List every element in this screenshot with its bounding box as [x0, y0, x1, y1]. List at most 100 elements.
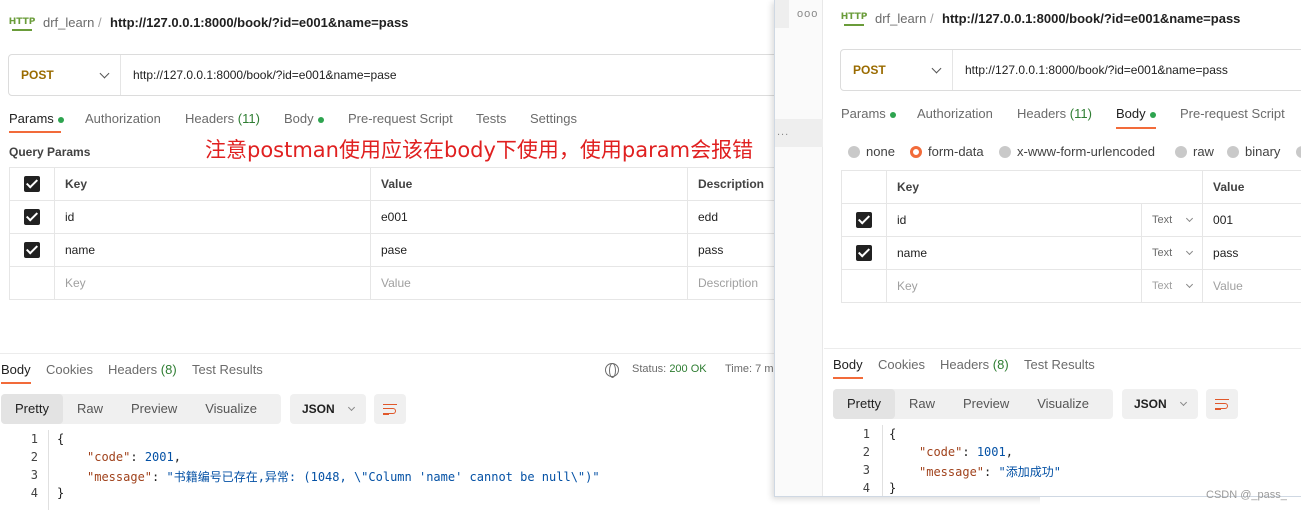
sidebar-block: [775, 0, 789, 28]
code-line-code: "code": 2001,: [87, 450, 181, 464]
row-checkbox[interactable]: [24, 242, 40, 258]
response-tab-headers[interactable]: Headers (8): [940, 357, 1009, 372]
param-value-input[interactable]: Value: [370, 266, 688, 300]
body-type-none[interactable]: none: [848, 143, 895, 159]
row-checkbox[interactable]: [24, 209, 40, 225]
response-tab-test-results[interactable]: Test Results: [1024, 357, 1095, 372]
tab-tests[interactable]: Tests: [476, 111, 506, 126]
breadcrumb-collection[interactable]: drf_learn: [43, 15, 94, 30]
breadcrumb-collection[interactable]: drf_learn: [875, 11, 926, 26]
tab-body[interactable]: Body: [1116, 106, 1156, 121]
method-label: POST: [21, 68, 54, 82]
param-description-cell[interactable]: edd: [687, 200, 775, 234]
tab-body[interactable]: Body: [284, 111, 324, 126]
response-tab-body[interactable]: Body: [833, 357, 863, 372]
wrap-lines-icon: [383, 404, 397, 415]
tab-pre-request-script[interactable]: Pre-request Script: [1180, 106, 1285, 121]
param-value-cell[interactable]: pase: [370, 233, 688, 267]
method-select[interactable]: POST: [9, 55, 121, 95]
breadcrumb-request-name[interactable]: http://127.0.0.1:8000/book/?id=e001&name…: [110, 15, 408, 30]
tab-authorization[interactable]: Authorization: [85, 111, 161, 126]
response-tab-test-results[interactable]: Test Results: [192, 362, 263, 377]
tab-authorization[interactable]: Authorization: [917, 106, 993, 121]
url-input[interactable]: http://127.0.0.1:8000/book/?id=e001&name…: [121, 68, 397, 82]
radio-icon: [1175, 145, 1187, 158]
tab-active-underline: [1, 382, 31, 384]
select-all-checkbox[interactable]: [24, 176, 40, 192]
response-code-area[interactable]: [882, 425, 1301, 496]
radio-selected-icon: [910, 145, 922, 158]
param-description-input[interactable]: Description: [687, 266, 775, 300]
chevron-down-icon: [99, 68, 110, 79]
view-mode-visualize[interactable]: Visualize: [1023, 389, 1103, 419]
body-type-more[interactable]: [1296, 143, 1301, 158]
row-checkbox[interactable]: [856, 212, 872, 228]
globe-icon[interactable]: [605, 363, 619, 378]
sidebar-strip: [775, 0, 823, 496]
param-key-cell[interactable]: name: [54, 233, 371, 267]
tab-params[interactable]: Params: [841, 106, 896, 121]
field-type-select[interactable]: Text: [1140, 203, 1204, 237]
method-select[interactable]: POST: [841, 50, 953, 90]
view-mode-visualize[interactable]: Visualize: [191, 394, 271, 424]
time-text: Time: 7 m: [725, 363, 774, 375]
table-header-row: Key Value Description: [9, 167, 775, 201]
view-mode-preview[interactable]: Preview: [117, 394, 191, 424]
table-row: id e001 edd: [9, 200, 775, 234]
tab-headers[interactable]: Headers (11): [1017, 106, 1092, 121]
column-header-description: Description: [687, 167, 775, 201]
view-mode-preview[interactable]: Preview: [949, 389, 1023, 419]
param-value-cell[interactable]: e001: [370, 200, 688, 234]
view-mode-raw[interactable]: Raw: [63, 394, 117, 424]
view-mode-raw[interactable]: Raw: [895, 389, 949, 419]
response-tab-headers[interactable]: Headers (8): [108, 362, 177, 377]
form-key-cell[interactable]: name: [886, 236, 1142, 270]
line-number: 3: [862, 463, 870, 477]
method-label: POST: [853, 63, 886, 77]
body-type-form-data[interactable]: form-data: [910, 143, 984, 159]
form-value-cell[interactable]: pass: [1202, 236, 1301, 270]
tab-headers[interactable]: Headers (11): [185, 111, 260, 126]
format-select[interactable]: JSON: [290, 394, 366, 424]
form-key-input[interactable]: Key: [886, 269, 1142, 303]
tab-params[interactable]: Params: [9, 111, 64, 126]
response-tab-cookies[interactable]: Cookies: [878, 357, 925, 372]
code-line-code: "code": 1001,: [919, 445, 1013, 459]
tab-settings[interactable]: Settings: [530, 111, 577, 126]
active-dot-icon: [1149, 111, 1156, 118]
response-tab-body[interactable]: Body: [1, 362, 31, 377]
view-mode-pretty[interactable]: Pretty: [1, 394, 63, 424]
wrap-lines-icon: [1215, 399, 1229, 410]
radio-icon: [1296, 145, 1301, 158]
view-mode-segmented: Pretty Raw Preview Visualize: [833, 389, 1113, 419]
code-line-message: "message": "书籍编号已存在,异常: (1048, \"Column …: [87, 470, 600, 484]
response-divider: [0, 353, 775, 354]
param-key-input[interactable]: Key: [54, 266, 371, 300]
form-value-input[interactable]: Value: [1202, 269, 1301, 303]
format-select[interactable]: JSON: [1122, 389, 1198, 419]
wrap-lines-button[interactable]: [374, 394, 406, 424]
response-tab-cookies[interactable]: Cookies: [46, 362, 93, 377]
more-options-icon[interactable]: ooo: [797, 8, 818, 20]
breadcrumb-request-name[interactable]: http://127.0.0.1:8000/book/?id=e001&name…: [942, 11, 1240, 26]
tab-active-underline: [833, 377, 863, 379]
field-type-select[interactable]: Text: [1140, 269, 1204, 303]
form-value-cell[interactable]: 001: [1202, 203, 1301, 237]
param-key-cell[interactable]: id: [54, 200, 371, 234]
tab-pre-request-script[interactable]: Pre-request Script: [348, 111, 453, 126]
body-type-x-www-form-urlencoded[interactable]: x-www-form-urlencoded: [999, 143, 1155, 159]
active-dot-icon: [57, 116, 64, 123]
row-checkbox[interactable]: [856, 245, 872, 261]
active-dot-icon: [317, 116, 324, 123]
wrap-lines-button[interactable]: [1206, 389, 1238, 419]
field-type-select[interactable]: Text: [1140, 236, 1204, 270]
left-request-pane: HTTP drf_learn / http://127.0.0.1:8000/b…: [0, 0, 775, 510]
right-request-pane: ooo ... HTTP drf_learn / http://127.0.0.…: [774, 0, 1301, 497]
body-type-raw[interactable]: raw: [1175, 143, 1214, 159]
form-key-cell[interactable]: id: [886, 203, 1142, 237]
code-line-close-brace: }: [889, 481, 897, 495]
param-description-cell[interactable]: pass: [687, 233, 775, 267]
view-mode-pretty[interactable]: Pretty: [833, 389, 895, 419]
body-type-binary[interactable]: binary: [1227, 143, 1280, 159]
url-input[interactable]: http://127.0.0.1:8000/book/?id=e001&name…: [953, 63, 1228, 77]
